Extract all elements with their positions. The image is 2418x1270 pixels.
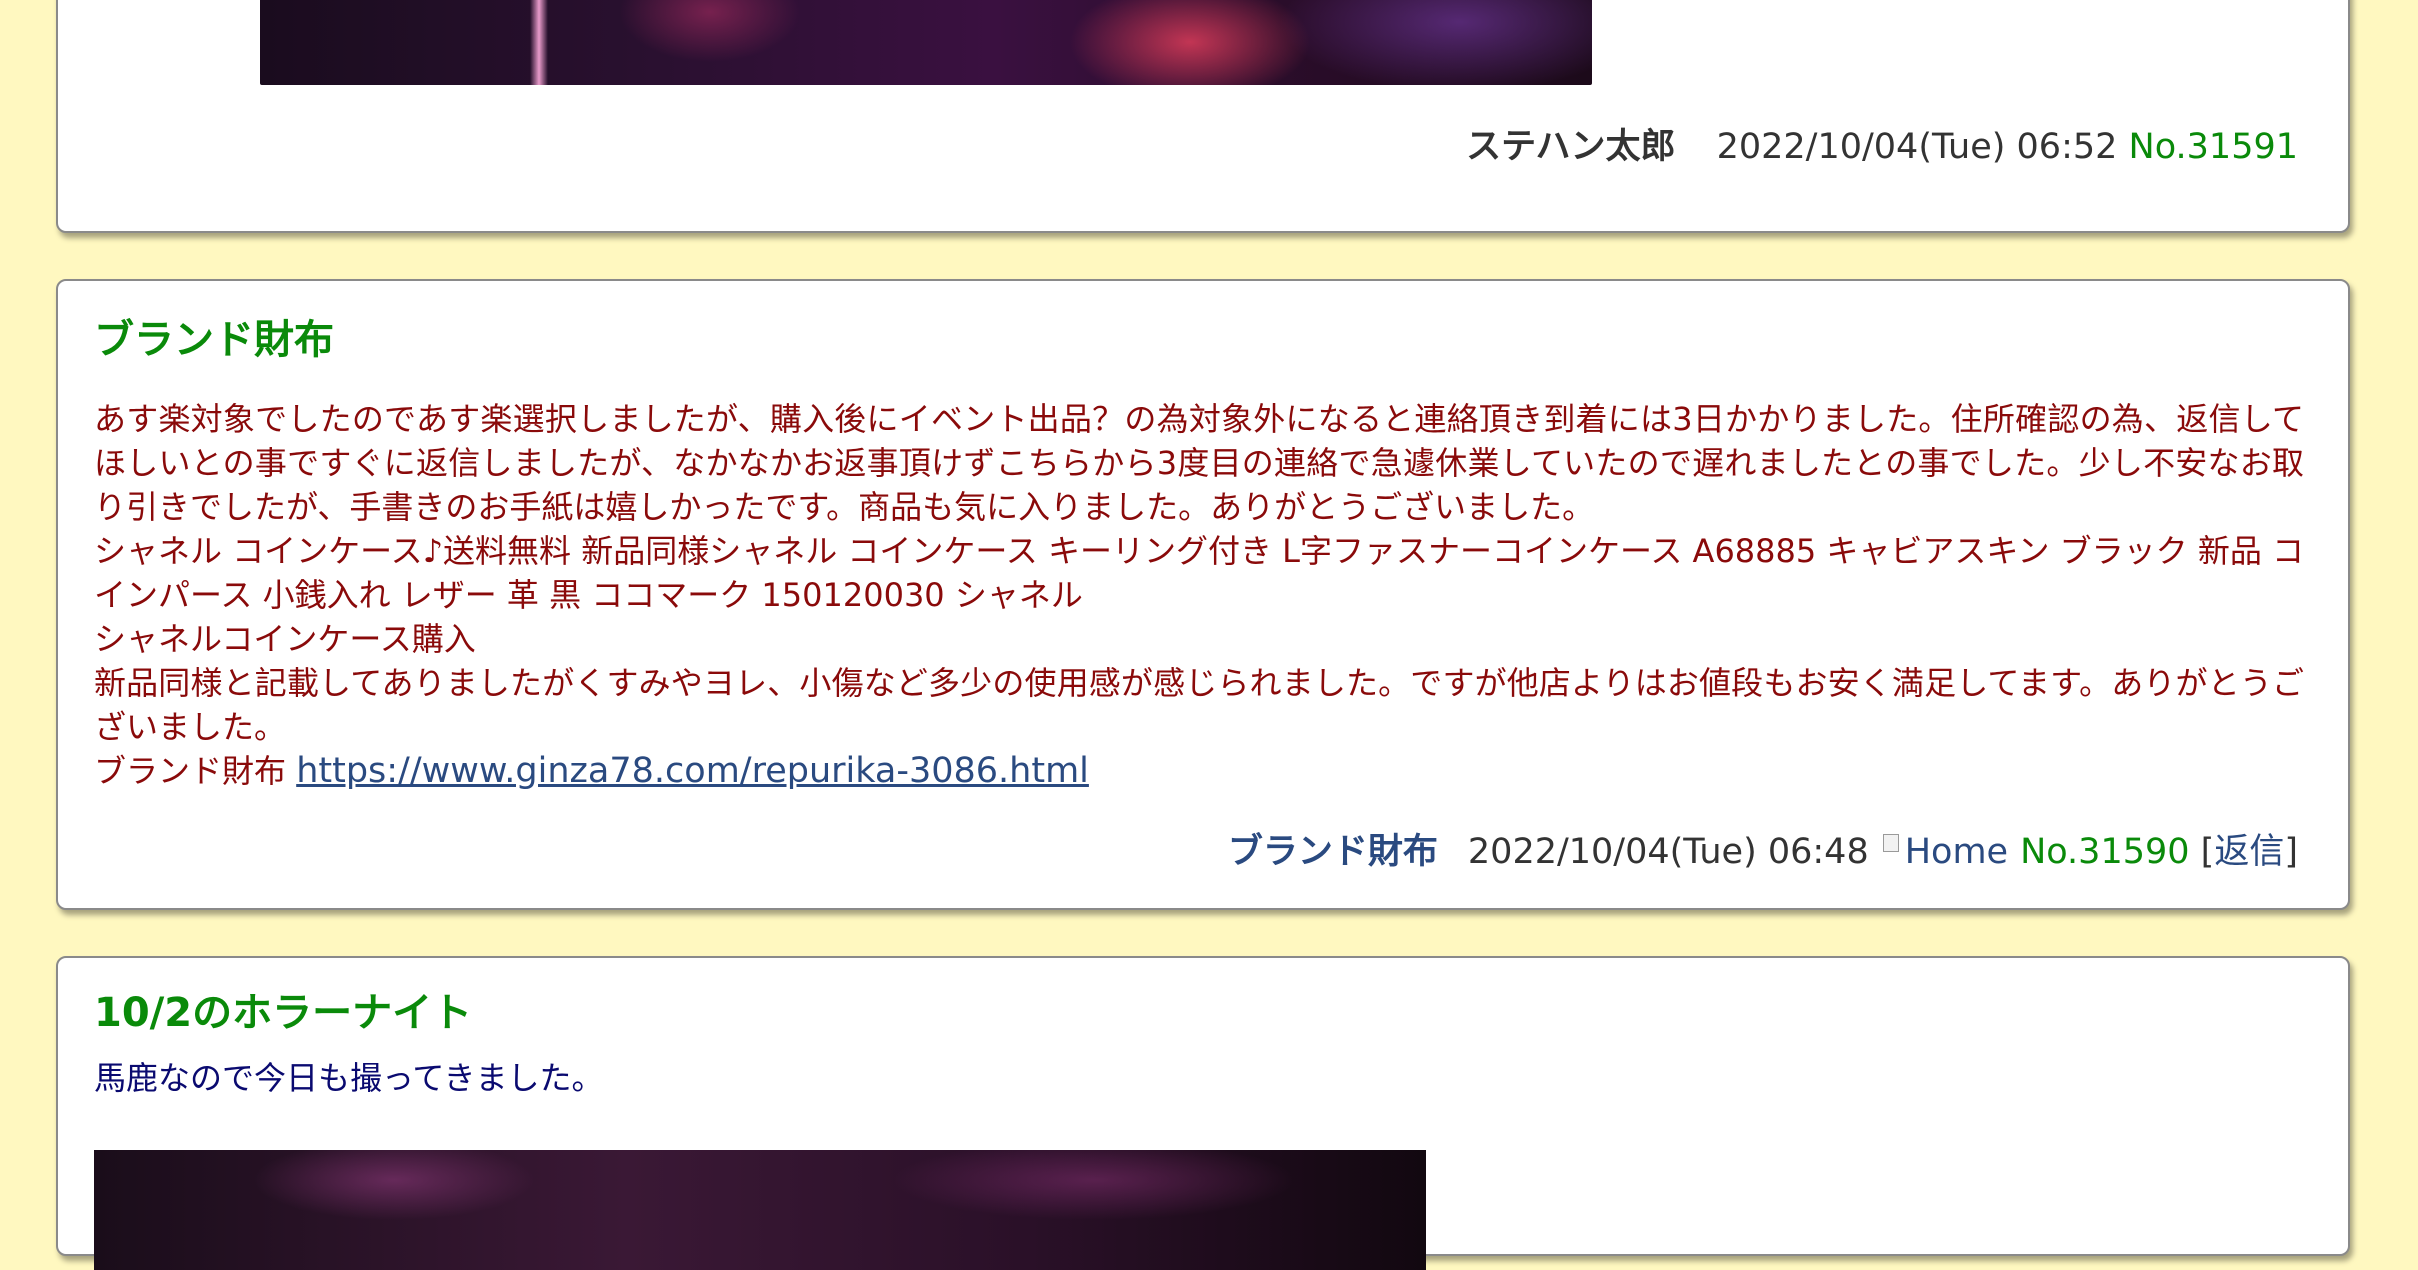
post-paragraph: シャネルコインケース購入 <box>94 620 476 658</box>
post-link-line: ブランド財布 https://www.ginza78.com/repurika-… <box>94 749 2304 793</box>
post-number: No.31591 <box>2128 127 2298 167</box>
post-url-link[interactable]: https://www.ginza78.com/repurika-3086.ht… <box>296 751 1089 791</box>
post-horror-night: 10/2のホラーナイト 馬鹿なので今日も撮ってきました。 <box>56 956 2350 1270</box>
post-paragraph: あす楽対象でしたのであす楽選択しましたが、購入後にイベント出品？の為対象外になる… <box>94 400 2304 526</box>
post-title: ブランド財布 <box>94 317 334 363</box>
post-number: No.31590 <box>2020 832 2190 872</box>
home-icon[interactable]: Home <box>1882 832 2008 872</box>
post-meta: ステハン太郎 2022/10/04(Tue) 06:52 No.31591 <box>1466 118 2298 169</box>
post-date: 2022/10/04(Tue) 06:48 <box>1467 832 1869 872</box>
reply-bracket-close: ] <box>2284 832 2298 872</box>
post-date: 2022/10/04(Tue) 06:52 <box>1716 127 2118 167</box>
post-title: 10/2のホラーナイト <box>94 990 473 1036</box>
post-author-link[interactable]: ブランド財布 <box>1228 832 1438 872</box>
post-body: あす楽対象でしたのであす楽選択しましたが、購入後にイベント出品？の為対象外になる… <box>94 397 2304 793</box>
post-paragraph: シャネル コインケース♪送料無料 新品同様シャネル コインケース キーリング付き… <box>94 532 2304 614</box>
photo-light-streak <box>530 0 548 85</box>
link-prefix: ブランド財布 <box>94 752 287 790</box>
post-body: 馬鹿なので今日も撮ってきました。 <box>94 1059 604 1097</box>
post-paragraph: 新品同様と記載してありましたがくすみやヨレ、小傷など多少の使用感が感じられました… <box>94 664 2304 746</box>
post-31590: ブランド財布 あす楽対象でしたのであす楽選択しましたが、購入後にイベント出品？の… <box>56 279 2350 910</box>
reply-bracket-open: [ <box>2200 832 2215 872</box>
post-meta: ブランド財布 2022/10/04(Tue) 06:48 Home No.31590 … <box>1228 823 2298 874</box>
reply-button[interactable]: 返信 <box>2214 832 2284 872</box>
post-31591: ステハン太郎 2022/10/04(Tue) 06:52 No.31591 <box>56 0 2350 233</box>
post-author: ステハン太郎 <box>1466 127 1676 167</box>
post-photo[interactable] <box>260 0 1592 85</box>
post-photo[interactable] <box>94 1150 1426 1270</box>
